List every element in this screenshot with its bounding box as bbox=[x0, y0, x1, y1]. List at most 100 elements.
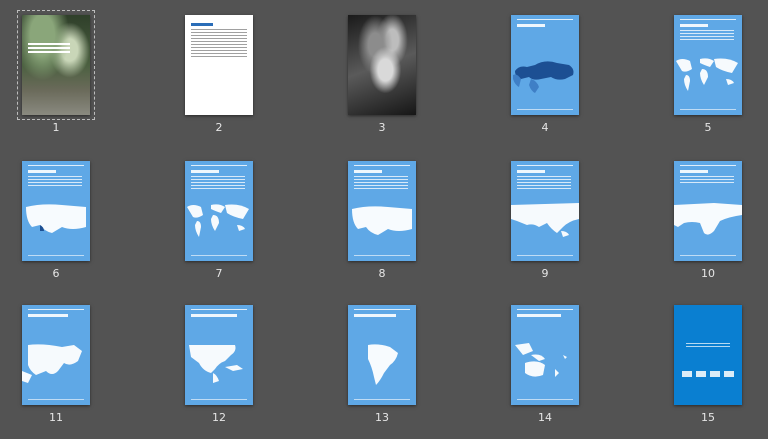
page-thumbnail-11[interactable]: 11 bbox=[0, 300, 120, 435]
data-table-lines bbox=[354, 176, 408, 190]
page-heading-mark bbox=[191, 314, 237, 317]
header-rule bbox=[191, 309, 247, 310]
cover-title-lines bbox=[28, 43, 70, 53]
page-heading-mark bbox=[354, 314, 396, 317]
footer-rule bbox=[191, 255, 247, 256]
header-rule bbox=[517, 19, 573, 20]
header-rule bbox=[680, 165, 736, 166]
map-page-preview[interactable] bbox=[185, 161, 253, 261]
page-thumbnail-12[interactable]: 12 bbox=[163, 300, 283, 435]
page-number-label: 2 bbox=[215, 121, 223, 134]
header-rule bbox=[354, 165, 410, 166]
page-number-label: 6 bbox=[52, 267, 60, 280]
page-thumbnail-5[interactable]: 5 bbox=[652, 10, 768, 145]
page-thumbnail-2[interactable]: 2 bbox=[163, 10, 283, 145]
eurasia-map-image bbox=[511, 51, 579, 95]
footer-rule bbox=[354, 255, 410, 256]
map-page-preview[interactable] bbox=[185, 305, 253, 405]
map-page-preview[interactable] bbox=[511, 305, 579, 405]
partner-logo-strip bbox=[682, 371, 734, 377]
header-rule bbox=[28, 165, 84, 166]
page-number-label: 15 bbox=[701, 411, 715, 424]
page-number-label: 13 bbox=[375, 411, 389, 424]
page-thumbnail-9[interactable]: 9 bbox=[489, 156, 609, 291]
page-heading-mark bbox=[517, 170, 545, 173]
page-thumbnail-6[interactable]: 6 bbox=[0, 156, 120, 291]
page-heading-mark bbox=[680, 170, 708, 173]
map-page-preview[interactable] bbox=[674, 15, 742, 115]
africa-map-image bbox=[674, 197, 742, 241]
north-america-map-image bbox=[185, 341, 253, 385]
map-page-preview[interactable] bbox=[348, 305, 416, 405]
page-heading-mark bbox=[517, 314, 561, 317]
page-heading-mark bbox=[354, 170, 382, 173]
data-table-lines bbox=[680, 30, 734, 40]
page-thumbnail-10[interactable]: 10 bbox=[652, 156, 768, 291]
footer-rule bbox=[354, 399, 410, 400]
page-thumbnail-14[interactable]: 14 bbox=[489, 300, 609, 435]
page-number-label: 10 bbox=[701, 267, 715, 280]
cover-page-preview[interactable] bbox=[17, 10, 95, 120]
page-thumbnail-4[interactable]: 4 bbox=[489, 10, 609, 145]
page-number-label: 5 bbox=[704, 121, 712, 134]
page-number-label: 8 bbox=[378, 267, 386, 280]
page-thumbnail-grid: 1 2 3 4 5 6 7 8 9 10 11 12 13 14 15 bbox=[0, 0, 768, 439]
middle-east-map-image bbox=[22, 341, 90, 385]
page-number-label: 9 bbox=[541, 267, 549, 280]
footer-rule bbox=[680, 255, 736, 256]
data-table-lines bbox=[517, 176, 571, 190]
header-rule bbox=[354, 309, 410, 310]
map-page-preview[interactable] bbox=[348, 161, 416, 261]
asia-map-image bbox=[511, 197, 579, 241]
europe-map-image bbox=[22, 197, 90, 241]
data-table-lines bbox=[680, 176, 734, 184]
page-thumbnail-15[interactable]: 15 bbox=[652, 300, 768, 435]
world-map-image bbox=[674, 51, 742, 95]
footer-rule bbox=[28, 255, 84, 256]
footer-rule bbox=[191, 399, 247, 400]
footer-rule bbox=[517, 109, 573, 110]
page-number-label: 7 bbox=[215, 267, 223, 280]
page-heading-mark bbox=[191, 170, 219, 173]
page-number-label: 11 bbox=[49, 411, 63, 424]
map-page-preview[interactable] bbox=[22, 305, 90, 405]
page-number-label: 4 bbox=[541, 121, 549, 134]
page-number-label: 1 bbox=[52, 121, 60, 134]
header-rule bbox=[28, 309, 84, 310]
text-page-preview[interactable] bbox=[185, 15, 253, 115]
page-thumbnail-8[interactable]: 8 bbox=[326, 156, 446, 291]
cover-photo-image bbox=[22, 15, 90, 115]
header-rule bbox=[191, 165, 247, 166]
header-rule bbox=[680, 19, 736, 20]
map-page-preview[interactable] bbox=[22, 161, 90, 261]
europe-map-image bbox=[348, 197, 416, 241]
page-thumbnail-1[interactable]: 1 bbox=[0, 10, 120, 145]
data-table-lines bbox=[191, 176, 245, 190]
map-page-preview[interactable] bbox=[511, 15, 579, 115]
world-map-image bbox=[185, 197, 253, 241]
header-rule bbox=[517, 165, 573, 166]
data-table-lines bbox=[28, 176, 82, 186]
page-heading-mark bbox=[28, 170, 56, 173]
page-number-label: 3 bbox=[378, 121, 386, 134]
back-cover-preview[interactable] bbox=[674, 305, 742, 405]
map-page-preview[interactable] bbox=[674, 161, 742, 261]
header-rule bbox=[517, 309, 573, 310]
page-heading-mark bbox=[680, 24, 708, 27]
page-thumbnail-3[interactable]: 3 bbox=[326, 10, 446, 145]
body-text-lines bbox=[191, 29, 247, 59]
back-cover-text-lines bbox=[686, 343, 730, 349]
page-thumbnail-7[interactable]: 7 bbox=[163, 156, 283, 291]
footer-rule bbox=[517, 255, 573, 256]
page-number-label: 12 bbox=[212, 411, 226, 424]
map-page-preview[interactable] bbox=[511, 161, 579, 261]
footer-rule bbox=[680, 109, 736, 110]
photo-page-preview[interactable] bbox=[348, 15, 416, 115]
page-heading-mark bbox=[28, 314, 68, 317]
footer-rule bbox=[28, 399, 84, 400]
south-america-map-image bbox=[348, 341, 416, 385]
page-heading-mark bbox=[191, 23, 213, 26]
footer-rule bbox=[517, 399, 573, 400]
page-thumbnail-13[interactable]: 13 bbox=[326, 300, 446, 435]
hands-photo-image bbox=[348, 15, 416, 115]
